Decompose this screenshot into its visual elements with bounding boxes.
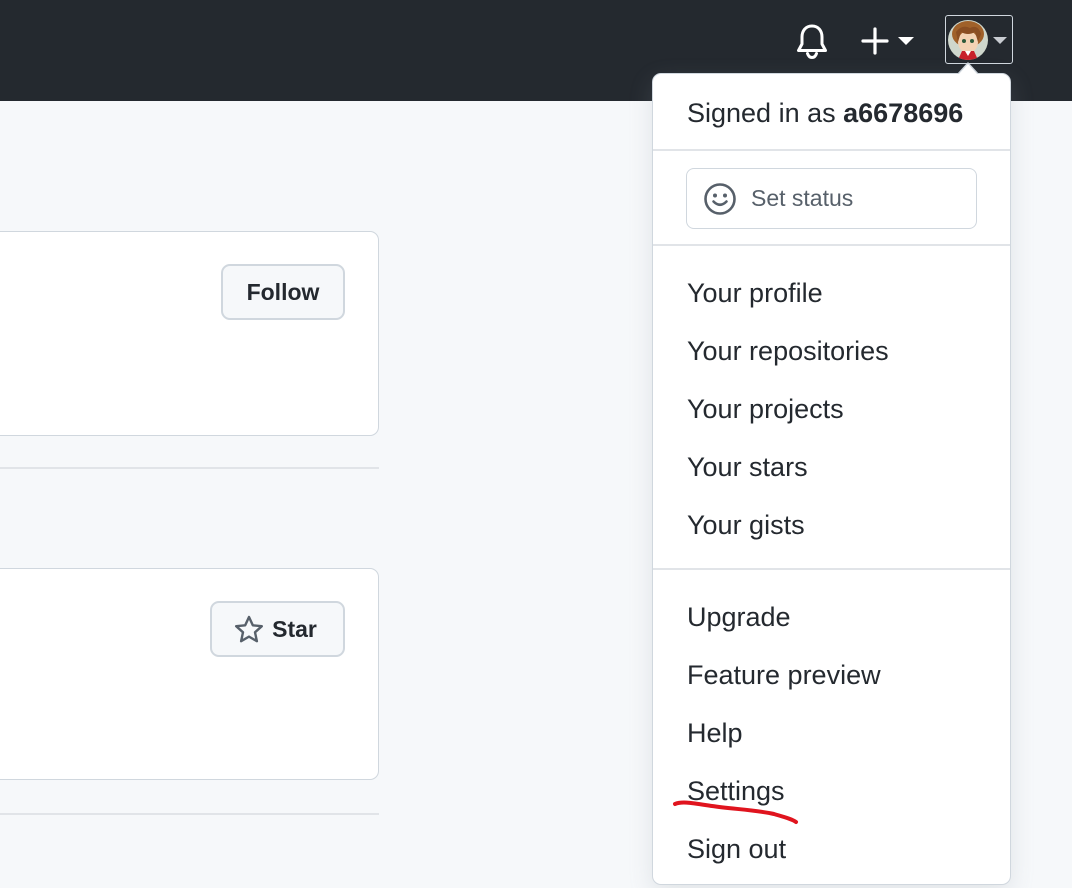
menu-item-feature-preview[interactable]: Feature preview	[687, 660, 881, 691]
menu-divider	[653, 149, 1010, 151]
menu-item-sign-out[interactable]: Sign out	[687, 834, 786, 865]
notifications-button[interactable]	[792, 20, 832, 62]
menu-item-your-profile[interactable]: Your profile	[687, 278, 823, 309]
star-icon	[235, 615, 264, 642]
menu-item-your-stars[interactable]: Your stars	[687, 452, 808, 483]
star-button-label: Star	[272, 615, 317, 642]
menu-item-your-repositories[interactable]: Your repositories	[687, 336, 889, 367]
user-dropdown-menu: Signed in as a6678696 Set status Your pr…	[652, 73, 1011, 885]
plus-icon	[861, 27, 889, 55]
chevron-down-icon	[898, 37, 914, 45]
feed-card	[0, 231, 379, 436]
create-new-button[interactable]	[858, 22, 918, 60]
signed-in-header: Signed in as a6678696	[687, 98, 963, 129]
dropdown-caret-fill	[958, 64, 978, 75]
divider	[0, 467, 379, 469]
menu-item-your-projects[interactable]: Your projects	[687, 394, 844, 425]
signed-in-prefix: Signed in as	[687, 98, 836, 128]
user-menu-button[interactable]	[945, 15, 1013, 64]
chevron-down-icon	[993, 37, 1007, 44]
avatar	[948, 19, 988, 60]
set-status-label: Set status	[751, 185, 854, 211]
red-underline-annotation	[673, 800, 798, 824]
menu-item-upgrade[interactable]: Upgrade	[687, 602, 791, 633]
menu-divider	[653, 244, 1010, 246]
set-status-button[interactable]: Set status	[686, 168, 977, 229]
bell-icon	[797, 24, 827, 60]
feed-card	[0, 568, 379, 780]
smiley-icon	[704, 182, 736, 215]
menu-item-help[interactable]: Help	[687, 718, 743, 749]
divider	[0, 813, 379, 815]
menu-item-your-gists[interactable]: Your gists	[687, 510, 805, 541]
follow-button[interactable]: Follow	[221, 264, 345, 320]
star-button[interactable]: Star	[210, 601, 345, 657]
menu-divider	[653, 568, 1010, 570]
username: a6678696	[843, 98, 964, 128]
